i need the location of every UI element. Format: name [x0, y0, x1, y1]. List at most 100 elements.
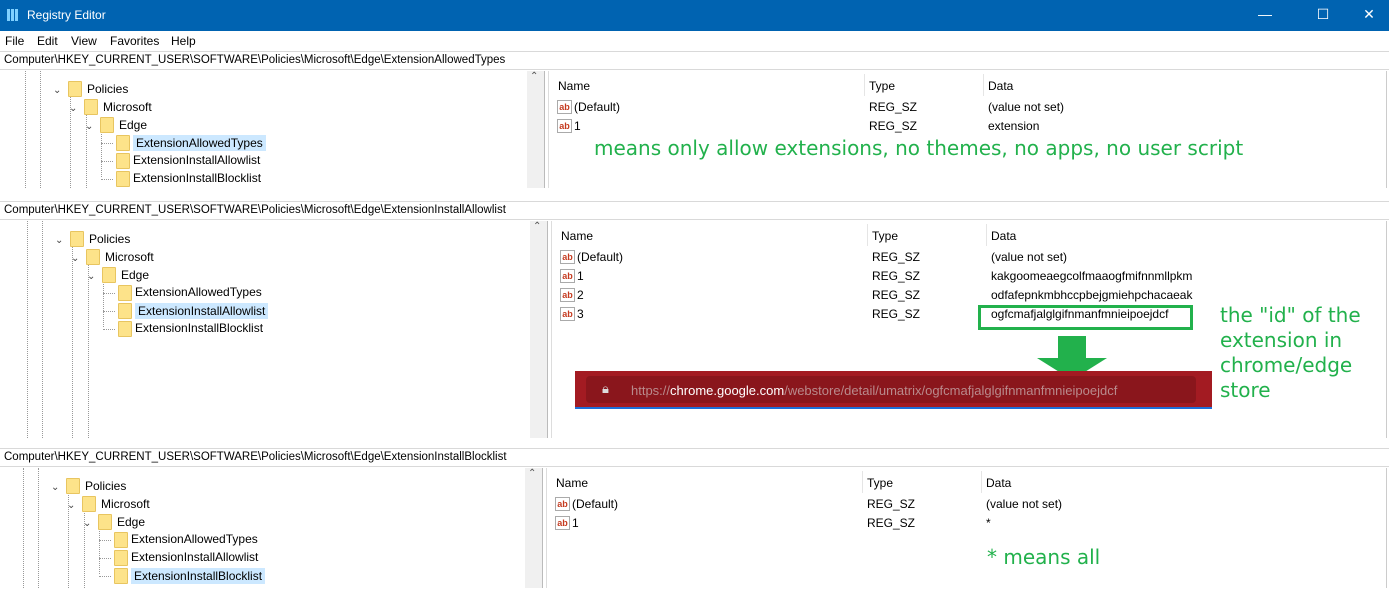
menu-favorites[interactable]: Favorites [110, 34, 159, 48]
tree-node-edge[interactable]: Edge [119, 118, 147, 132]
address-bar[interactable]: Computer\HKEY_CURRENT_USER\SOFTWARE\Poli… [0, 448, 1389, 467]
expand-chevron-icon[interactable]: ⌄ [71, 253, 79, 264]
scroll-up-icon[interactable]: ⌃ [533, 221, 541, 232]
tree-guide [99, 576, 111, 577]
string-value-icon: ab [560, 288, 575, 302]
pane-splitter[interactable] [542, 468, 543, 588]
menu-file[interactable]: File [5, 34, 24, 48]
tree-node-extensioninstallblocklist[interactable]: ExtensionInstallBlocklist [135, 321, 263, 335]
annotation-line: chrome/edge [1220, 353, 1353, 377]
tree-scrollbar[interactable]: ⌃ [530, 221, 547, 438]
scroll-up-icon[interactable]: ⌃ [528, 468, 536, 479]
column-header-name[interactable]: Name [558, 79, 590, 93]
minimize-button[interactable]: — [1250, 6, 1280, 22]
tree-guide [99, 540, 111, 541]
folder-icon [82, 496, 96, 512]
list-border [551, 221, 552, 438]
tree-guide [101, 161, 113, 162]
folder-icon [102, 267, 116, 283]
expand-chevron-icon[interactable]: ⌄ [51, 482, 59, 493]
expand-chevron-icon[interactable]: ⌄ [55, 235, 63, 246]
regedit-app-icon [7, 9, 19, 21]
expand-chevron-icon[interactable]: ⌄ [69, 103, 77, 114]
tree-node-policies[interactable]: Policies [87, 82, 128, 96]
maximize-button[interactable]: ☐ [1308, 6, 1338, 23]
address-bar[interactable]: Computer\HKEY_CURRENT_USER\SOFTWARE\Poli… [0, 51, 1389, 70]
expand-chevron-icon[interactable]: ⌄ [83, 518, 91, 529]
column-divider [864, 74, 865, 96]
column-header-name[interactable]: Name [561, 229, 593, 243]
value-type: REG_SZ [872, 288, 921, 302]
column-header-name[interactable]: Name [556, 476, 588, 490]
value-type: REG_SZ [867, 497, 916, 511]
url-field[interactable]: 🔒︎ https://chrome.google.com/webstore/de… [586, 376, 1196, 403]
menu-bar: File Edit View Favorites Help [0, 31, 1389, 51]
pane-splitter[interactable] [547, 221, 548, 438]
value-data: kakgoomeaegcolfmaaogfmifnnmllpkm [991, 269, 1193, 283]
tree-node-extensionallowedtypes[interactable]: ExtensionAllowedTypes [133, 135, 266, 151]
column-header-type[interactable]: Type [869, 79, 895, 93]
list-border [546, 468, 547, 588]
string-value-icon: ab [560, 269, 575, 283]
annotation-extension-id: the "id" of the extension in chrome/edge… [1220, 303, 1361, 403]
column-header-type[interactable]: Type [867, 476, 893, 490]
string-value-icon: ab [557, 100, 572, 114]
tree-scrollbar[interactable]: ⌃ [527, 71, 544, 188]
url-path: /webstore/detail/umatrix/ogfcmafjalglgif… [784, 383, 1118, 398]
folder-icon [66, 478, 80, 494]
tree-node-extensionallowedtypes[interactable]: ExtensionAllowedTypes [135, 285, 262, 299]
annotation-allowed-types: means only allow extensions, no themes, … [594, 136, 1244, 160]
tree-node-extensioninstallallowlist[interactable]: ExtensionInstallAllowlist [131, 550, 258, 564]
value-data: extension [988, 119, 1040, 133]
column-divider [986, 224, 987, 246]
column-header-data[interactable]: Data [991, 229, 1016, 243]
column-header-data[interactable]: Data [986, 476, 1011, 490]
tree-node-extensioninstallblocklist[interactable]: ExtensionInstallBlocklist [131, 568, 266, 584]
value-name: (Default) [574, 100, 621, 114]
value-type: REG_SZ [867, 516, 916, 530]
column-header-type[interactable]: Type [872, 229, 898, 243]
value-name: (Default) [577, 250, 624, 264]
value-data: (value not set) [986, 497, 1063, 511]
menu-edit[interactable]: Edit [37, 34, 58, 48]
pane-splitter[interactable] [544, 71, 545, 188]
tree-scrollbar[interactable]: ⌃ [525, 468, 542, 588]
folder-icon [118, 321, 132, 337]
tree-guide [103, 293, 115, 294]
value-name: (Default) [572, 497, 619, 511]
tree-node-extensionallowedtypes[interactable]: ExtensionAllowedTypes [131, 532, 258, 546]
string-value-icon: ab [557, 119, 572, 133]
window-edge [1386, 468, 1387, 588]
address-bar[interactable]: Computer\HKEY_CURRENT_USER\SOFTWARE\Poli… [0, 201, 1389, 220]
tree-guide [72, 245, 73, 438]
tree-node-microsoft[interactable]: Microsoft [105, 250, 154, 264]
expand-chevron-icon[interactable]: ⌄ [87, 271, 95, 282]
folder-icon [68, 81, 82, 97]
tree-guide [103, 329, 115, 330]
tree-node-extensioninstallallowlist[interactable]: ExtensionInstallAllowlist [133, 153, 260, 167]
tree-node-microsoft[interactable]: Microsoft [103, 100, 152, 114]
folder-icon [98, 514, 112, 530]
expand-chevron-icon[interactable]: ⌄ [53, 85, 61, 96]
tree-node-extensioninstallallowlist[interactable]: ExtensionInstallAllowlist [135, 303, 269, 319]
window-edge [1386, 71, 1387, 188]
tree-node-policies[interactable]: Policies [89, 232, 130, 246]
value-type: REG_SZ [869, 100, 918, 114]
tree-node-edge[interactable]: Edge [117, 515, 145, 529]
tree-node-extensioninstallblocklist[interactable]: ExtensionInstallBlocklist [133, 171, 261, 185]
tree-guide [103, 311, 115, 312]
annotation-line: extension in [1220, 328, 1343, 352]
column-header-data[interactable]: Data [988, 79, 1013, 93]
scroll-up-icon[interactable]: ⌃ [530, 71, 538, 82]
folder-icon [116, 153, 130, 169]
tree-node-microsoft[interactable]: Microsoft [101, 497, 150, 511]
tree-guide [101, 131, 102, 177]
expand-chevron-icon[interactable]: ⌄ [85, 121, 93, 132]
tree-node-edge[interactable]: Edge [121, 268, 149, 282]
menu-help[interactable]: Help [171, 34, 196, 48]
menu-view[interactable]: View [71, 34, 97, 48]
tree-node-policies[interactable]: Policies [85, 479, 126, 493]
tree-guide [101, 179, 113, 180]
expand-chevron-icon[interactable]: ⌄ [67, 500, 75, 511]
close-button[interactable]: ✕ [1354, 6, 1384, 23]
